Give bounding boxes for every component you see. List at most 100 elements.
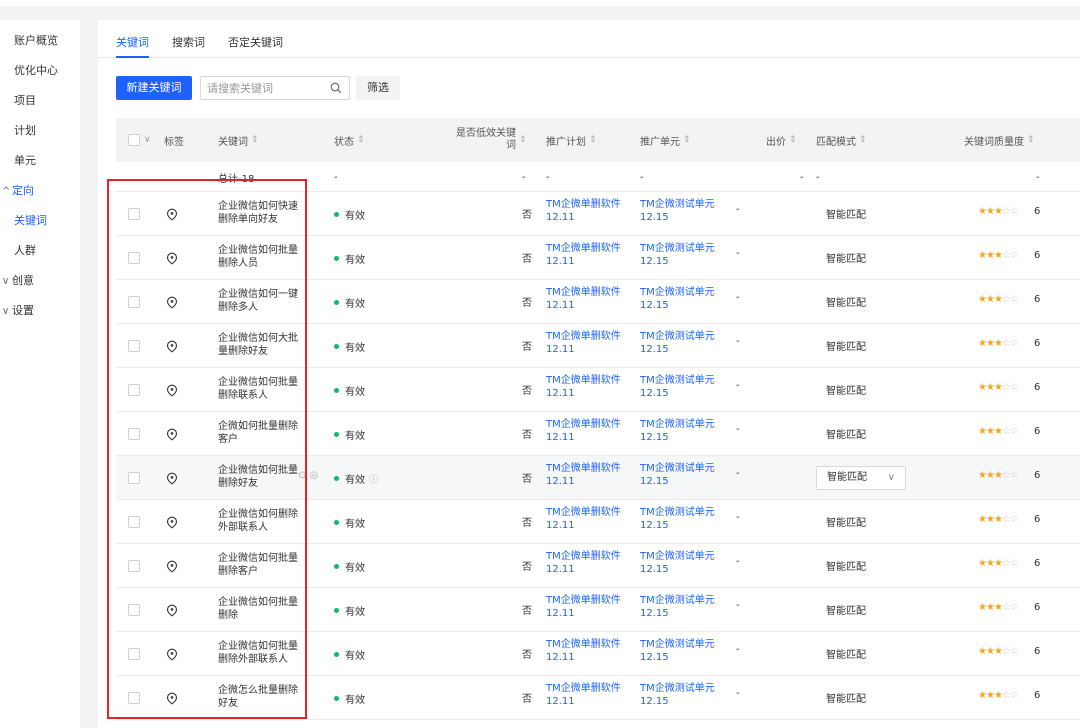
unit-link[interactable]: TM企微测试单元12.15 (640, 638, 726, 664)
sidebar-item-plan[interactable]: 计划 (0, 116, 80, 146)
table-row[interactable]: 企业微信如何批量删除 有效 否 TM企微单删软件12.11 TM企微测试单元12.15-… (116, 588, 1080, 632)
unit-link[interactable]: TM企微测试单元12.15 (640, 550, 726, 576)
column-low-efficiency[interactable]: 是否低效关键 词 ⇕ (456, 118, 527, 162)
sort-icon[interactable]: ⇕ (1027, 135, 1035, 145)
sidebar-item-account-overview[interactable]: 账户概览 (0, 26, 80, 56)
column-match-mode[interactable]: 匹配模式 ⇕ (816, 118, 867, 162)
tab-search-terms[interactable]: 搜索词 (172, 34, 205, 50)
sidebar-group-creative[interactable]: ∨ 创意 (0, 266, 80, 296)
sort-icon[interactable]: ⇕ (251, 135, 259, 145)
plan-link[interactable]: TM企微单删软件12.11 (546, 638, 634, 664)
copy-icon[interactable]: ⊙ (298, 470, 306, 481)
search-icon[interactable] (330, 82, 342, 94)
tag-icon[interactable] (166, 340, 178, 353)
row-checkbox[interactable] (128, 604, 140, 616)
row-checkbox[interactable] (128, 428, 140, 440)
tag-icon[interactable] (166, 252, 178, 265)
unit-link[interactable]: TM企微测试单元12.15 (640, 462, 726, 488)
unit-link[interactable]: TM企微测试单元12.15 (640, 286, 726, 312)
tag-icon[interactable] (166, 692, 178, 705)
sort-icon[interactable]: ⇕ (789, 135, 797, 145)
row-checkbox[interactable] (128, 384, 140, 396)
match-mode-select[interactable]: 智能匹配 ∨ (816, 466, 906, 490)
tag-icon[interactable] (166, 296, 178, 309)
plan-link[interactable]: TM企微单删软件12.11 (546, 374, 634, 400)
unit-link[interactable]: TM企微测试单元12.15 (640, 198, 726, 224)
select-menu-chevron-icon[interactable]: ∨ (144, 135, 151, 145)
row-checkbox[interactable] (128, 208, 140, 220)
unit-link[interactable]: TM企微测试单元12.15 (640, 594, 726, 620)
plan-link[interactable]: TM企微单删软件12.11 (546, 594, 634, 620)
sort-icon[interactable]: ⇕ (589, 135, 597, 145)
table-row[interactable]: 企业微信如何删除外部联系人 有效 否 TM企微单删软件12.11 TM企微测试单元12.… (116, 500, 1080, 544)
table-row[interactable]: 企微如何批量删除客户 有效 否 TM企微单删软件12.11 TM企微测试单元12.15-… (116, 412, 1080, 456)
row-checkbox[interactable] (128, 296, 140, 308)
row-checkbox[interactable] (128, 340, 140, 352)
keyword-search-input[interactable] (207, 80, 323, 96)
filter-button[interactable]: 筛选 (356, 76, 400, 100)
tab-keywords[interactable]: 关键词 (116, 34, 149, 50)
tag-icon[interactable] (166, 208, 178, 221)
sidebar-item-audience[interactable]: 人群 (0, 236, 80, 266)
unit-link[interactable]: TM企微测试单元12.15 (640, 418, 726, 444)
plan-link[interactable]: TM企微单删软件12.11 (546, 418, 634, 444)
table-row[interactable]: 企业微信如何快速删除单向好友 有效 否 TM企微单删软件12.11 TM企微测试单元12… (116, 192, 1080, 236)
row-checkbox[interactable] (128, 648, 140, 660)
column-keyword[interactable]: 关键词 ⇕ (218, 118, 259, 162)
plan-link[interactable]: TM企微单删软件12.11 (546, 682, 634, 708)
tag-icon[interactable] (166, 516, 178, 529)
column-bid[interactable]: 出价 ⇕ (766, 118, 797, 162)
table-row[interactable]: 企微怎么批量删除好友 有效 否 TM企微单删软件12.11 TM企微测试单元12.15-… (116, 676, 1080, 720)
settings-icon[interactable]: ◎ (310, 470, 319, 481)
plan-link[interactable]: TM企微单删软件12.11 (546, 242, 634, 268)
sidebar-item-unit[interactable]: 单元 (0, 146, 80, 176)
plan-link[interactable]: TM企微单删软件12.11 (546, 286, 634, 312)
unit-link[interactable]: TM企微测试单元12.15 (640, 374, 726, 400)
plan-link[interactable]: TM企微单删软件12.11 (546, 506, 634, 532)
tab-negative-keywords[interactable]: 否定关键词 (228, 34, 283, 50)
table-row[interactable]: 企业微信如何批量删除客户 有效 否 TM企微单删软件12.11 TM企微测试单元12.1… (116, 544, 1080, 588)
tag-icon[interactable] (166, 428, 178, 441)
unit-link[interactable]: TM企微测试单元12.15 (640, 682, 726, 708)
tag-icon[interactable] (166, 472, 178, 485)
sidebar-group-settings[interactable]: ∨ 设置 (0, 296, 80, 326)
unit-link[interactable]: TM企微测试单元12.15 (640, 242, 726, 268)
info-icon[interactable]: ⓘ (369, 472, 378, 485)
select-all[interactable]: ∨ (128, 118, 151, 162)
sort-icon[interactable]: ⇕ (683, 135, 691, 145)
table-row[interactable]: 企业微信如何批量删除联系人 有效 否 TM企微单删软件12.11 TM企微测试单元12.… (116, 368, 1080, 412)
sidebar-item-keywords[interactable]: 关键词 (0, 206, 80, 236)
select-all-checkbox[interactable] (128, 134, 140, 146)
sort-icon[interactable]: ⇕ (859, 135, 867, 145)
sidebar-item-optimization-center[interactable]: 优化中心 (0, 56, 80, 86)
unit-link[interactable]: TM企微测试单元12.15 (640, 506, 726, 532)
plan-link[interactable]: TM企微单删软件12.11 (546, 462, 634, 488)
tag-icon[interactable] (166, 604, 178, 617)
sidebar-group-targeting[interactable]: ^ 定向 (0, 176, 80, 206)
sort-icon[interactable]: ⇕ (519, 135, 527, 145)
column-unit[interactable]: 推广单元 ⇕ (640, 118, 691, 162)
sort-icon[interactable]: ⇕ (357, 135, 365, 145)
new-keyword-button[interactable]: 新建关键词 (116, 76, 192, 100)
row-checkbox[interactable] (128, 472, 140, 484)
tag-icon[interactable] (166, 648, 178, 661)
column-status[interactable]: 状态 ⇕ (334, 118, 365, 162)
sidebar-item-project[interactable]: 项目 (0, 86, 80, 116)
plan-link[interactable]: TM企微单删软件12.11 (546, 198, 634, 224)
table-row[interactable]: 企业微信如何一键删除多人 有效 否 TM企微单删软件12.11 TM企微测试单元12.1… (116, 280, 1080, 324)
row-checkbox[interactable] (128, 692, 140, 704)
plan-link[interactable]: TM企微单删软件12.11 (546, 330, 634, 356)
column-quality[interactable]: 关键词质量度 ⇕ (964, 118, 1035, 162)
column-plan[interactable]: 推广计划 ⇕ (546, 118, 597, 162)
unit-link[interactable]: TM企微测试单元12.15 (640, 330, 726, 356)
row-checkbox[interactable] (128, 560, 140, 572)
row-checkbox[interactable] (128, 516, 140, 528)
table-row[interactable]: 企业微信如何批量删除好友 ⊙ ◎ 有效 ⓘ 否 TM企微单删软件12.11 TM企微测试单元… (116, 456, 1080, 500)
table-row[interactable]: 企业微信如何批量删除外部联系人 有效 否 TM企微单删软件12.11 TM企微测试单元1… (116, 632, 1080, 676)
table-row[interactable]: 企业微信如何批量删除人员 有效 否 TM企微单删软件12.11 TM企微测试单元12.1… (116, 236, 1080, 280)
tag-icon[interactable] (166, 384, 178, 397)
plan-link[interactable]: TM企微单删软件12.11 (546, 550, 634, 576)
table-row[interactable]: 企业微信如何大批量删除好友 有效 否 TM企微单删软件12.11 TM企微测试单元12.… (116, 324, 1080, 368)
row-checkbox[interactable] (128, 252, 140, 264)
tag-icon[interactable] (166, 560, 178, 573)
